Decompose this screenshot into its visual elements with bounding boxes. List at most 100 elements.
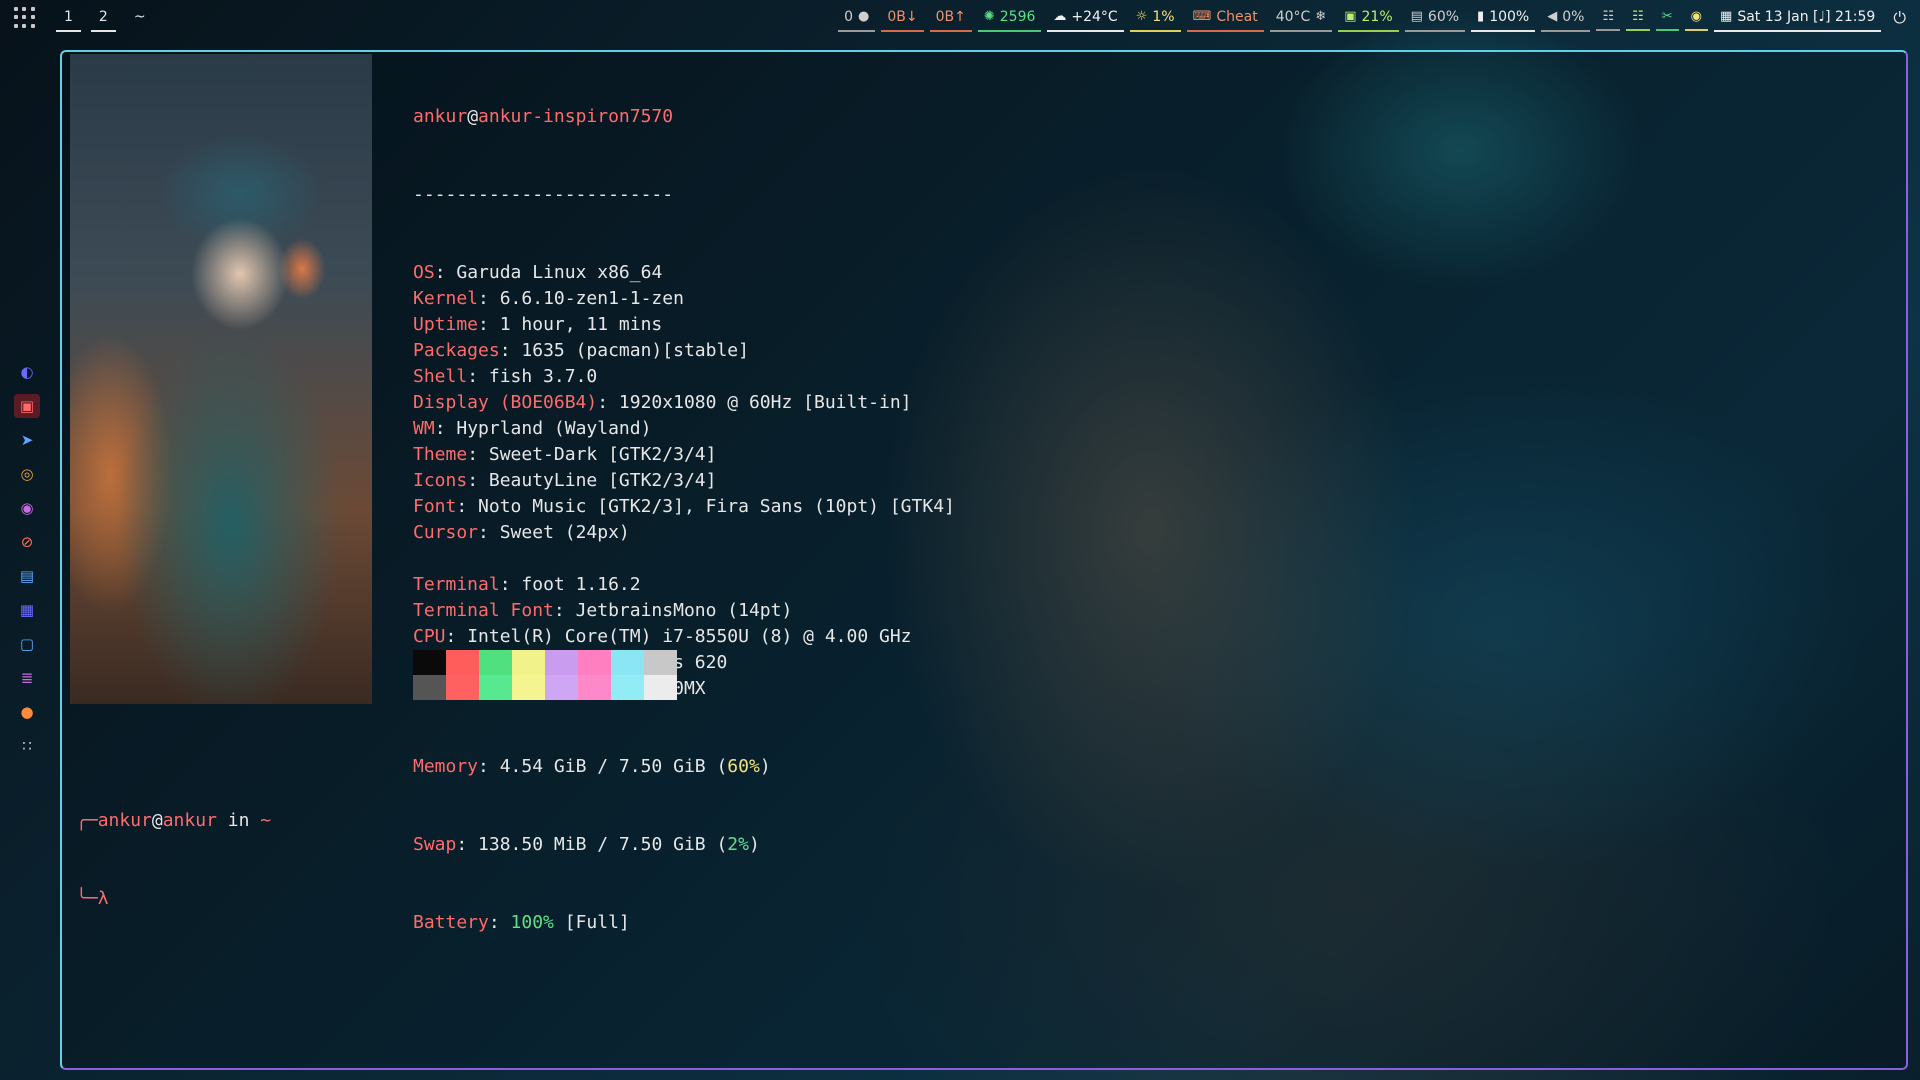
fetch-row: Terminal Font: JetbrainsMono (14pt): [413, 600, 793, 621]
clock-icon: ▦: [1720, 9, 1733, 24]
dock-garuda-icon[interactable]: ◐: [14, 360, 40, 384]
palette-swatch: [413, 650, 446, 675]
weather-icon: ☁: [1053, 9, 1067, 24]
clock-text: Sat 13 Jan [♩] 21:59: [1737, 8, 1876, 25]
fan-icon: ✺: [983, 9, 995, 24]
status-net-down[interactable]: 0B↓: [881, 8, 924, 32]
workspace-3[interactable]: ~: [126, 9, 154, 32]
palette-swatch: [446, 650, 479, 675]
dock-controller-icon[interactable]: ≣: [14, 666, 40, 690]
memory-text: 21%: [1361, 8, 1393, 25]
net-up-text: 0B↑: [935, 8, 966, 25]
fan-text: 2596: [999, 8, 1036, 25]
fetch-row: Terminal: foot 1.16.2: [413, 574, 641, 595]
fetch-row-swap: Swap: 138.50 MiB / 7.50 GiB (2%): [413, 834, 760, 855]
idle-icon: ◉: [1690, 9, 1703, 24]
palette-swatch: [644, 675, 677, 700]
status-cheat[interactable]: ⌨ Cheat: [1186, 8, 1264, 32]
palette-swatch: [545, 675, 578, 700]
palette-swatch: [578, 650, 611, 675]
workspace-1[interactable]: 1: [56, 9, 81, 32]
fetch-title: ankur@ankur-inspiron7570: [413, 106, 674, 127]
fetch-row: Cursor: Sweet (24px): [413, 522, 630, 543]
wifi-signal-icon: ☷: [1632, 9, 1644, 24]
dock-telegram-icon[interactable]: ➤: [14, 428, 40, 452]
disk-text: 60%: [1427, 8, 1460, 25]
shell-prompt[interactable]: ╭─ankur@ankur in ~ ╰─λ: [76, 756, 271, 964]
status-audio[interactable]: ◀ 0%: [1541, 8, 1591, 32]
dock-terminal-icon[interactable]: ▣: [14, 394, 40, 418]
audio-text: 0%: [1562, 8, 1585, 25]
palette-swatch: [512, 650, 545, 675]
workspace-2[interactable]: 2: [90, 9, 116, 32]
dock-browser-icon[interactable]: ◎: [14, 462, 40, 486]
status-cpu[interactable]: ☼ 1%: [1129, 9, 1181, 32]
status-memory[interactable]: ▣ 21%: [1338, 8, 1399, 32]
fetch-output: ankur@ankur-inspiron7570 ---------------…: [413, 52, 955, 988]
cheat-text: Cheat: [1216, 8, 1258, 25]
status-modules: 0 ● 0B↓ 0B↑ ✺ 2596 ☁ +24°C ☼ 1% ⌨ Cheat 40°C ❄ ▣ 21% ▤ 60…: [838, 7, 1882, 32]
fetch-row: Shell: fish 3.7.0: [413, 366, 598, 387]
power-icon[interactable]: ⏻: [1893, 8, 1906, 28]
cpu-icon: ☼: [1135, 9, 1148, 24]
dock-discord-icon[interactable]: ◉: [14, 496, 40, 520]
status-fan[interactable]: ✺ 2596: [977, 8, 1042, 32]
fetch-row-battery: Battery: 100% [Full]: [413, 912, 630, 933]
fetch-separator: ------------------------: [413, 184, 674, 205]
battery-text: 100%: [1489, 8, 1530, 25]
top-bar: 1 2 ~ 0 ● 0B↓ 0B↑ ✺ 2596 ☁ +24°C ☼ 1% ⌨ Cheat 40°C ❄ ▣ 21…: [0, 0, 1920, 36]
fetch-row: Font: Noto Music [GTK2/3], Fira Sans (10…: [413, 496, 955, 517]
palette-swatch: [479, 675, 512, 700]
palette-swatch: [413, 675, 446, 700]
fetch-row: CPU: Intel(R) Core(TM) i7-8550U (8) @ 4.…: [413, 626, 912, 647]
status-notifications[interactable]: 0 ●: [838, 8, 876, 32]
fetch-row-memory: Memory: 4.54 GiB / 7.50 GiB (60%): [413, 756, 771, 777]
workspace-switcher: 1 2 ~: [56, 7, 164, 32]
palette-swatch: [578, 675, 611, 700]
color-palette: [413, 650, 677, 700]
palette-swatch: [512, 675, 545, 700]
fetch-row: Kernel: 6.6.10-zen1-1-zen: [413, 288, 684, 309]
terminal-window[interactable]: ankur@ankur-inspiron7570 ---------------…: [60, 50, 1908, 1070]
app-launcher-icon[interactable]: [14, 7, 36, 29]
palette-swatch: [446, 675, 479, 700]
weather-text: +24°C: [1071, 8, 1118, 25]
fetch-row: Display (BOE06B4): 1920x1080 @ 60Hz [Bui…: [413, 392, 912, 413]
palette-swatch: [611, 650, 644, 675]
wifi-icon: ☷: [1602, 9, 1615, 24]
dock-firefox-icon[interactable]: ●: [14, 700, 40, 724]
palette-swatch: [611, 675, 644, 700]
status-net-up[interactable]: 0B↑: [929, 8, 972, 32]
prompt-line-1: ╭─ankur@ankur in ~: [76, 810, 272, 831]
fetch-row: OS: Garuda Linux x86_64: [413, 262, 663, 283]
temperature-icon: ❄: [1315, 9, 1327, 24]
app-dock: ◐ ▣ ➤ ◎ ◉ ⊘ ▤ ▦ ▢ ≣ ● ∷: [12, 360, 42, 758]
palette-swatch: [644, 650, 677, 675]
status-wifi[interactable]: ☷: [1596, 9, 1621, 31]
tool-icon: ✂: [1661, 9, 1673, 24]
net-down-text: 0B↓: [887, 8, 918, 25]
battery-icon: ▮: [1477, 9, 1485, 24]
status-battery[interactable]: ▮ 100%: [1471, 8, 1536, 32]
status-weather[interactable]: ☁ +24°C: [1047, 8, 1124, 32]
temperature-text: 40°C: [1275, 8, 1311, 25]
dock-store-icon[interactable]: ▤: [14, 564, 40, 588]
fetch-row: [413, 546, 955, 572]
notifications-text: 0: [844, 8, 853, 25]
audio-icon: ◀: [1547, 9, 1558, 24]
notifications-icon: ●: [858, 9, 870, 24]
status-disk[interactable]: ▤ 60%: [1404, 8, 1466, 32]
fetch-row: Packages: 1635 (pacman)[stable]: [413, 340, 749, 361]
palette-swatch: [479, 650, 512, 675]
status-clock[interactable]: ▦ Sat 13 Jan [♩] 21:59: [1714, 8, 1882, 32]
fetch-row: WM: Hyprland (Wayland): [413, 418, 652, 439]
status-wifi-signal[interactable]: ☷: [1626, 9, 1650, 31]
fetch-logo-image: [70, 54, 372, 704]
dock-settings-icon[interactable]: ▦: [14, 598, 40, 622]
status-idle[interactable]: ◉: [1684, 9, 1709, 31]
status-tool[interactable]: ✂: [1655, 9, 1679, 31]
dock-app-icon[interactable]: ▢: [14, 632, 40, 656]
dock-gaming-icon[interactable]: ⊘: [14, 530, 40, 554]
status-temperature[interactable]: 40°C ❄: [1269, 8, 1333, 32]
dock-app-grid-icon[interactable]: ∷: [14, 734, 40, 758]
